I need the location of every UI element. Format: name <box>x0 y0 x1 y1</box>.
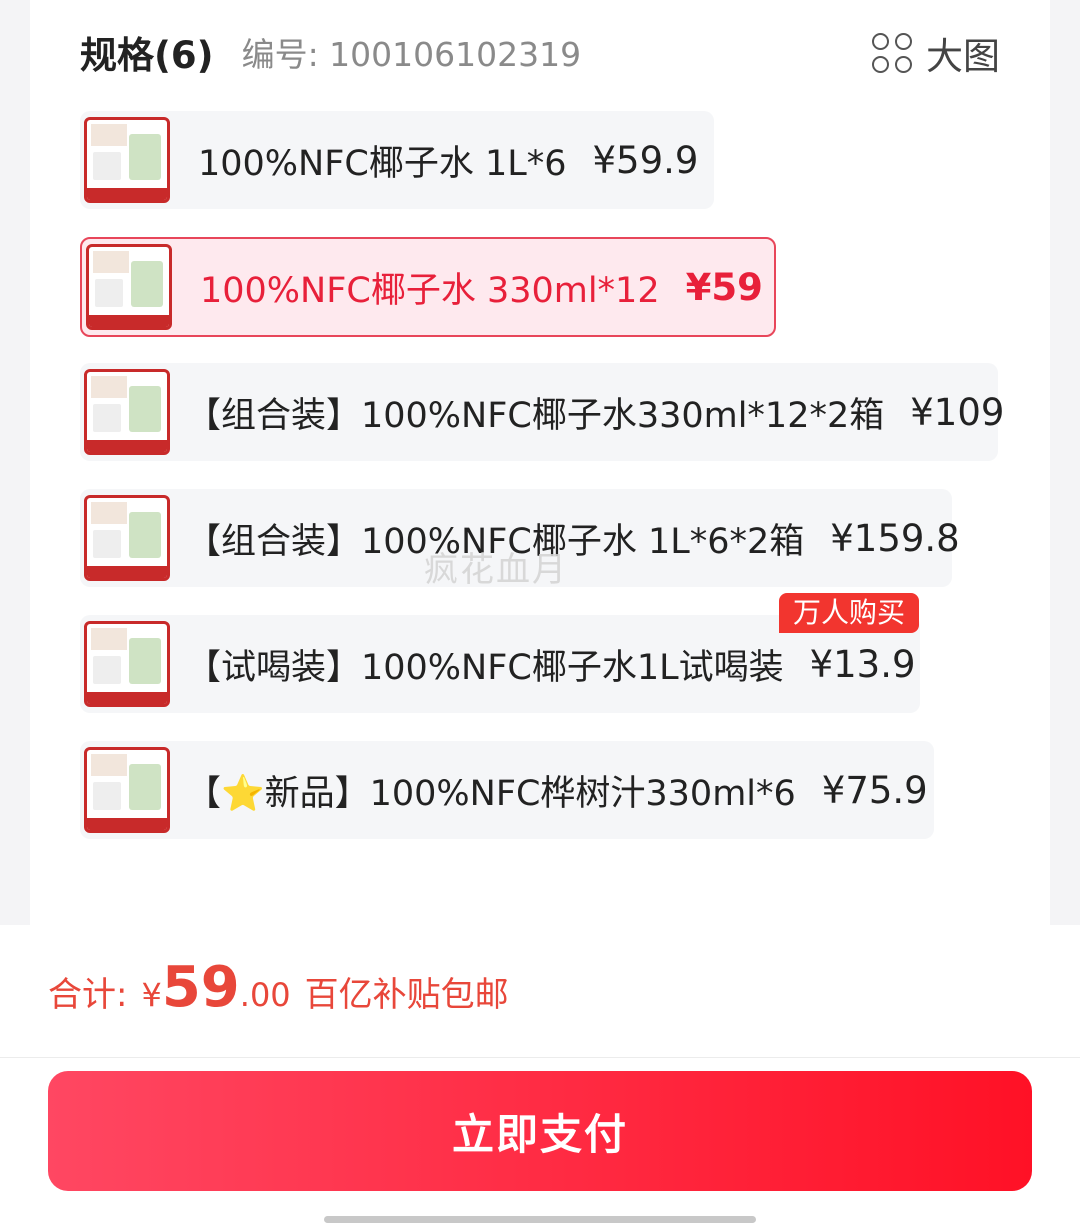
spec-option[interactable]: 【⭐新品】100%NFC桦树汁330ml*6 ¥75.9 <box>80 741 934 839</box>
spec-option-price: ¥75.9 <box>821 768 928 812</box>
spec-option[interactable]: 【组合装】100%NFC椰子水330ml*12*2箱 ¥109 <box>80 363 1004 461</box>
total-label: 合计: <box>48 975 128 1015</box>
spec-option-selected[interactable]: 100%NFC椰子水 330ml*12 ¥59 <box>80 237 776 337</box>
spec-option-price: ¥159.8 <box>830 516 960 560</box>
spec-option-price: ¥59.9 <box>592 138 699 182</box>
subsidy-note: 百亿补贴包邮 <box>304 975 509 1015</box>
grid-view-icon <box>872 33 912 73</box>
product-thumbnail <box>84 117 170 203</box>
watermark: 疯花血月 <box>424 550 568 590</box>
total-integer: 59 <box>161 955 240 1020</box>
spec-option-label: 【组合装】100%NFC椰子水330ml*12*2箱 <box>186 395 885 436</box>
product-thumbnail <box>84 495 170 581</box>
product-thumbnail <box>84 369 170 455</box>
spec-option[interactable]: 100%NFC椰子水 1L*6 ¥59.9 <box>80 111 714 209</box>
spec-option-price: ¥13.9 <box>809 642 916 686</box>
spec-option-label: 【试喝装】100%NFC椰子水1L试喝装 <box>186 647 784 688</box>
popular-badge: 万人购买 <box>779 593 920 633</box>
spec-option-label: 【⭐新品】100%NFC桦树汁330ml*6 <box>186 773 796 814</box>
big-picture-button[interactable]: 大图 <box>872 26 1000 80</box>
spec-option-label: 100%NFC椰子水 1L*6 <box>198 143 567 184</box>
spec-option-price: ¥109 <box>910 390 1005 434</box>
pay-now-button[interactable]: 立即支付 <box>48 1071 1032 1191</box>
home-indicator[interactable] <box>324 1216 756 1223</box>
product-thumbnail <box>86 244 172 330</box>
order-total: 合计: ¥ 59 .00 百亿补贴包邮 <box>48 955 509 1020</box>
spec-title: 规格(6) <box>80 34 214 77</box>
product-code: 编号: 100106102319 <box>241 35 582 74</box>
big-picture-label: 大图 <box>926 35 1000 78</box>
currency-symbol: ¥ <box>141 976 162 1014</box>
spec-option-label: 100%NFC椰子水 330ml*12 <box>200 270 660 311</box>
spec-option-price: ¥59 <box>685 265 763 309</box>
total-decimal: .00 <box>239 976 291 1014</box>
product-thumbnail <box>84 621 170 707</box>
spec-header: 规格(6) 编号: 100106102319 <box>80 22 581 82</box>
product-thumbnail <box>84 747 170 833</box>
divider <box>0 1057 1080 1058</box>
